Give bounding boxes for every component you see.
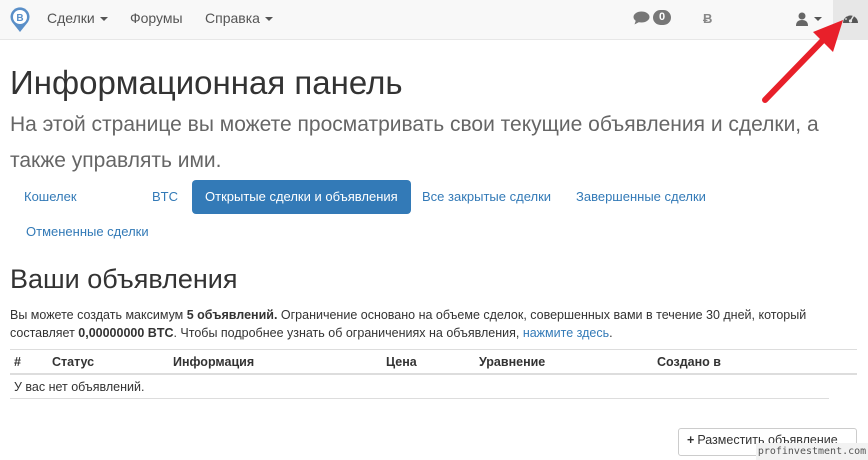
chevron-down-icon bbox=[264, 17, 273, 22]
plus-icon: + bbox=[687, 433, 695, 447]
tab-wallet[interactable]: Кошелек bbox=[11, 180, 90, 214]
column-number: # bbox=[14, 355, 21, 369]
top-navbar: B Сделки Форумы Справка 0 Ƀ bbox=[0, 0, 868, 40]
ads-section-title: Ваши объявления bbox=[10, 264, 238, 294]
tab-open-deals[interactable]: Открытые сделки и объявления bbox=[192, 180, 411, 214]
tab-completed[interactable]: Завершенные сделки bbox=[563, 180, 719, 214]
bitcoin-icon[interactable]: Ƀ bbox=[703, 11, 712, 26]
ads-limit-info: Вы можете создать максимум 5 объявлений.… bbox=[10, 308, 807, 340]
messages-count-badge: 0 bbox=[653, 10, 671, 25]
nav-deals[interactable]: Сделки bbox=[47, 0, 108, 40]
tab-all-closed[interactable]: Все закрытые сделки bbox=[409, 180, 564, 214]
site-logo-icon[interactable]: B bbox=[9, 7, 31, 33]
ads-table-header: # Статус Информация Цена Уравнение Созда… bbox=[10, 349, 857, 375]
chat-icon bbox=[633, 11, 650, 25]
nav-help[interactable]: Справка bbox=[205, 0, 273, 40]
column-equation: Уравнение bbox=[479, 355, 546, 369]
tab-cancelled[interactable]: Отмененные сделки bbox=[13, 215, 162, 249]
svg-text:B: B bbox=[16, 13, 23, 24]
empty-message: У вас нет объявлений. bbox=[14, 380, 145, 394]
tab-btc[interactable]: BTC bbox=[139, 180, 191, 214]
table-row: У вас нет объявлений. bbox=[10, 375, 829, 399]
watermark: profinvestment.com bbox=[756, 443, 868, 460]
limits-link[interactable]: нажмите здесь bbox=[523, 326, 609, 340]
nav-forums[interactable]: Форумы bbox=[130, 0, 183, 40]
page-description: На этой странице вы можете просматривать… bbox=[10, 113, 819, 172]
column-status: Статус bbox=[52, 355, 95, 369]
column-info: Информация bbox=[173, 355, 255, 369]
page-title: Информационная панель bbox=[10, 64, 403, 101]
annotation-arrow-icon bbox=[762, 20, 843, 103]
column-price: Цена bbox=[386, 355, 417, 369]
column-created: Создано в bbox=[657, 355, 721, 369]
chevron-down-icon bbox=[99, 17, 108, 22]
